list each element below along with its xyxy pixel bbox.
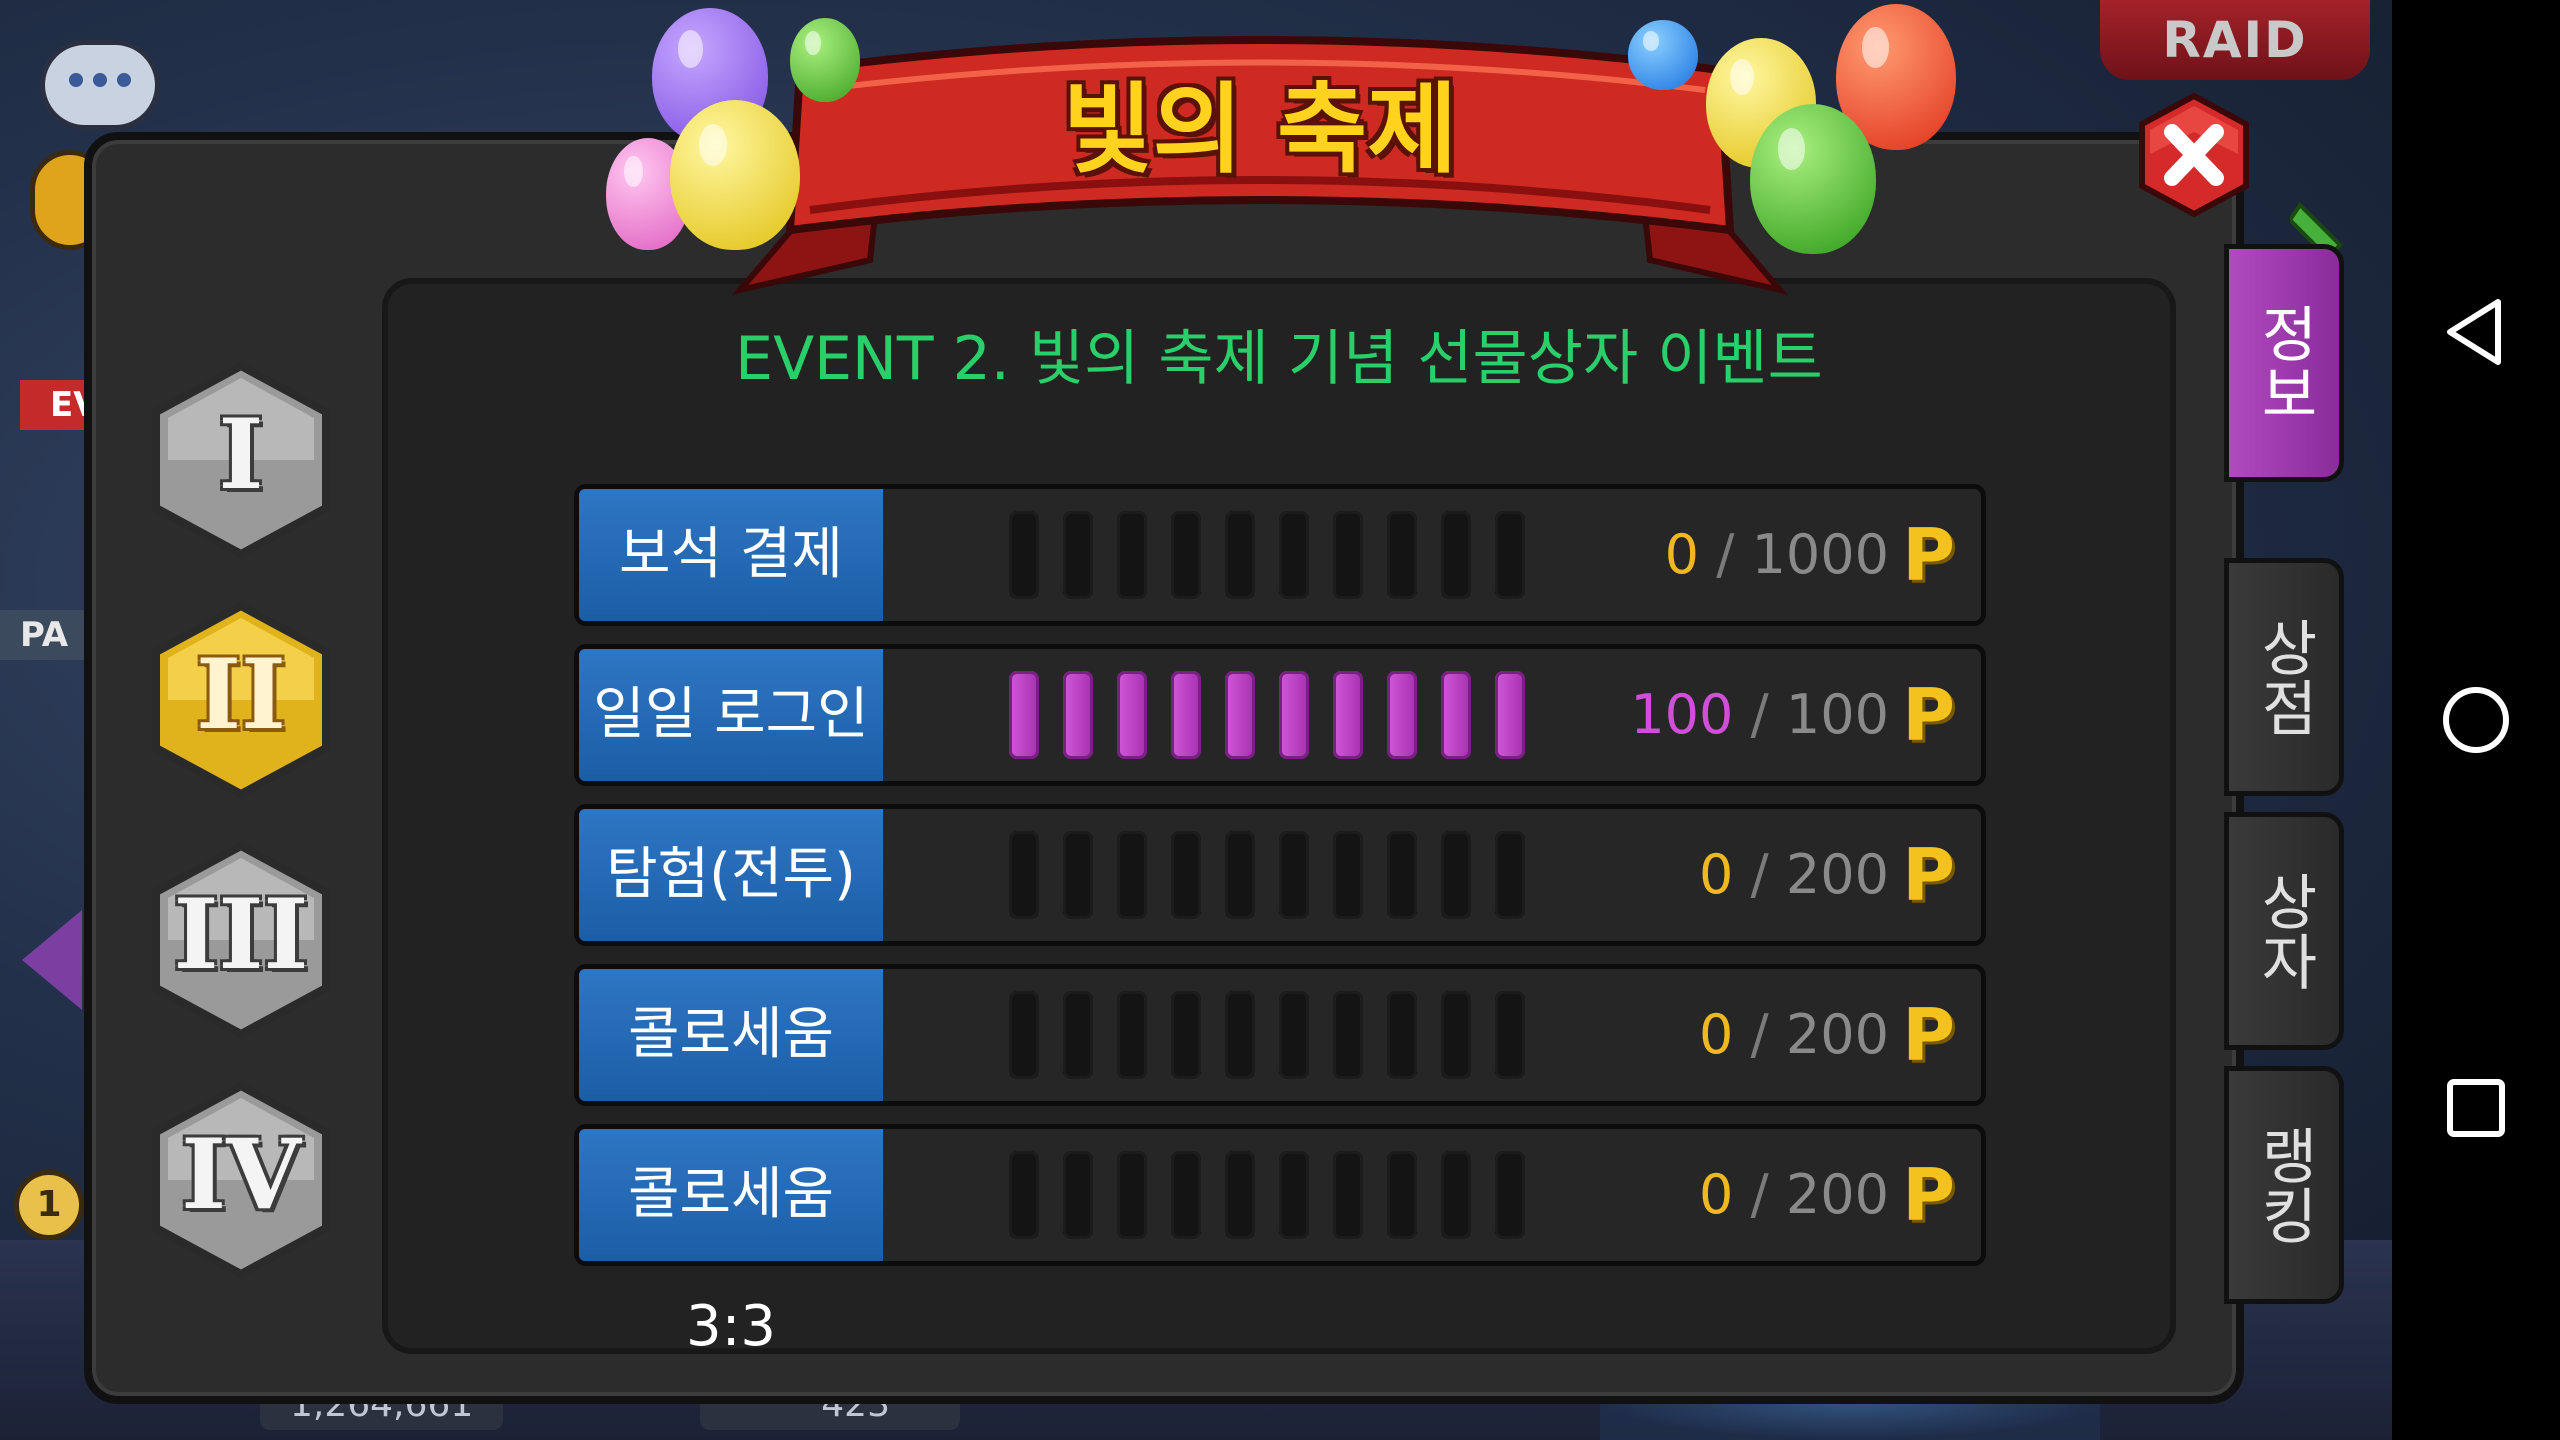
progress-pip <box>1495 1151 1525 1239</box>
progress-pip <box>1441 511 1471 599</box>
progress-pip <box>1063 671 1093 759</box>
progress-pip <box>1225 1151 1255 1239</box>
mission-label: 콜로세움 1:1 <box>579 969 883 1199</box>
progress-pip <box>1063 1151 1093 1239</box>
progress-pip <box>1387 831 1417 919</box>
progress-pip <box>1225 991 1255 1079</box>
progress-pip <box>1441 991 1471 1079</box>
progress-pip <box>1009 511 1039 599</box>
raid-button[interactable]: RAID <box>2100 0 2370 80</box>
mission-score: 0 / 1000 <box>1664 523 1889 586</box>
progress-pip <box>1495 511 1525 599</box>
point-icon: P <box>1902 1153 1955 1237</box>
progress-pip <box>1063 831 1093 919</box>
progress-pip <box>1009 991 1039 1079</box>
progress-pip <box>1117 1151 1147 1239</box>
tab-ranking-label: 랭킹 <box>2249 1125 2319 1245</box>
progress-pip <box>1333 831 1363 919</box>
progress-pip <box>1009 1151 1039 1239</box>
progress-pip <box>1495 671 1525 759</box>
progress-pip <box>1333 1151 1363 1239</box>
balloon-green <box>790 18 860 102</box>
progress-pip <box>1387 1151 1417 1239</box>
mission-score: 100 / 100 <box>1630 683 1889 746</box>
progress-pip <box>1063 991 1093 1079</box>
nav-back-icon[interactable] <box>2436 292 2516 372</box>
point-icon: P <box>1902 993 1955 1077</box>
tab-shop[interactable]: 상점 <box>2224 558 2344 796</box>
progress-pip <box>1279 1151 1309 1239</box>
mission-label: 탐험(전투) <box>579 809 883 941</box>
tab-info[interactable]: 정보 <box>2224 244 2344 482</box>
left-arrow-icon[interactable] <box>22 910 82 1010</box>
tab-box[interactable]: 상자 <box>2224 812 2344 1050</box>
progress-pip <box>1387 511 1417 599</box>
stage-2-label: II <box>196 638 286 751</box>
progress-pip <box>1225 511 1255 599</box>
mission-label: 보석 결제 <box>579 489 883 621</box>
progress-pip <box>1009 671 1039 759</box>
progress-pip <box>1117 671 1147 759</box>
progress-pip <box>1495 831 1525 919</box>
banner-title: 빛의 축제 <box>1062 73 1458 187</box>
mission-score: 0 / 200 <box>1699 843 1889 906</box>
balloon-yellow <box>670 100 800 250</box>
progress-pip <box>1225 671 1255 759</box>
event-title: EVENT 2. 빛의 축제 기념 선물상자 이벤트 <box>735 324 1823 394</box>
balloon-green-right <box>1750 104 1876 254</box>
progress-pip <box>1171 831 1201 919</box>
nav-recents-icon[interactable] <box>2436 1068 2516 1148</box>
tab-ranking[interactable]: 랭킹 <box>2224 1066 2344 1304</box>
progress-pip <box>1117 831 1147 919</box>
stage-3-label: III <box>173 878 309 991</box>
point-icon: P <box>1902 673 1955 757</box>
mission-row: 콜로세움 3:3 0 / 200 P <box>574 1124 1986 1359</box>
system-nav-bar <box>2392 0 2560 1440</box>
progress-pip <box>1333 511 1363 599</box>
progress-pip <box>1171 511 1201 599</box>
progress-pip <box>1171 1151 1201 1239</box>
mission-label: 일일 로그인 <box>579 649 883 781</box>
progress-pip <box>1387 991 1417 1079</box>
progress-pip <box>1279 831 1309 919</box>
progress-pip <box>1279 671 1309 759</box>
stage-1-label: I <box>218 398 264 511</box>
mission-row: 콜로세움 1:1 0 / 200 P <box>574 964 1986 1199</box>
nav-home-icon[interactable] <box>2436 680 2516 760</box>
point-icon: P <box>1902 833 1955 917</box>
mission-label: 콜로세움 3:3 <box>579 1129 883 1359</box>
chat-icon[interactable] <box>40 40 160 130</box>
tab-shop-label: 상점 <box>2249 617 2319 737</box>
mission-score: 0 / 200 <box>1699 1003 1889 1066</box>
progress-pip <box>1333 991 1363 1079</box>
progress-pip <box>1009 831 1039 919</box>
balloon-blue <box>1628 20 1698 90</box>
point-icon: P <box>1902 513 1955 597</box>
progress-pip <box>1279 511 1309 599</box>
progress-pip <box>1117 991 1147 1079</box>
progress-pip <box>1171 991 1201 1079</box>
game-screen: EV PA 1 1,264,661 423 RAID EVENT 2. 빛의 축… <box>0 0 2392 1440</box>
progress-pip <box>1441 1151 1471 1239</box>
stage-4-label: IV <box>181 1118 301 1231</box>
close-icon[interactable] <box>2134 92 2254 218</box>
progress-pip <box>1441 831 1471 919</box>
mission-row: 일일 로그인 100 / 100 P <box>574 644 1986 786</box>
progress-pip <box>1495 991 1525 1079</box>
progress-pip <box>1225 831 1255 919</box>
progress-pip <box>1117 511 1147 599</box>
progress-pip <box>1387 671 1417 759</box>
level-badge: 1 <box>14 1170 84 1240</box>
mission-row: 보석 결제 0 / 1000 P <box>574 484 1986 626</box>
progress-pip <box>1063 511 1093 599</box>
progress-pip <box>1333 671 1363 759</box>
mission-score: 0 / 200 <box>1699 1163 1889 1226</box>
progress-pip <box>1171 671 1201 759</box>
progress-pip <box>1279 991 1309 1079</box>
mission-row: 탐험(전투) 0 / 200 P <box>574 804 1986 946</box>
progress-pip <box>1441 671 1471 759</box>
tab-info-label: 정보 <box>2249 303 2319 423</box>
tab-box-label: 상자 <box>2249 871 2319 991</box>
